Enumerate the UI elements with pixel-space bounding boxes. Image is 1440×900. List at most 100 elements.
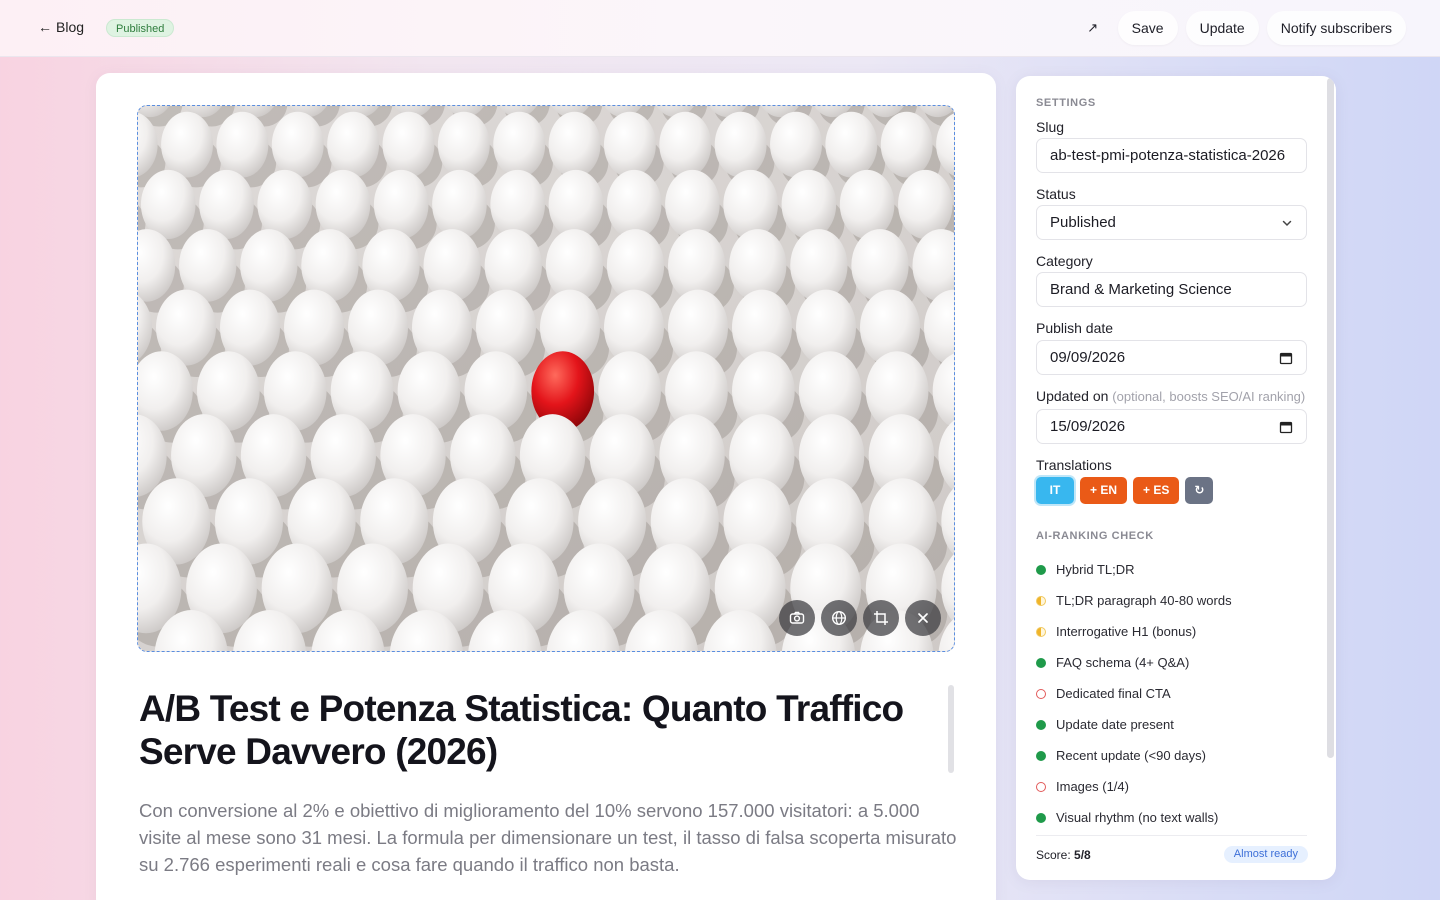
notify-subscribers-button[interactable]: Notify subscribers bbox=[1266, 11, 1406, 45]
top-actions: ↗ Save Update Notify subscribers bbox=[1076, 11, 1406, 45]
check-item: Hybrid TL;DR bbox=[1036, 554, 1316, 585]
translation-add-es-button[interactable]: + ES bbox=[1133, 477, 1180, 504]
ai-ranking-checklist: Hybrid TL;DR TL;DR paragraph 40-80 words I… bbox=[1036, 554, 1316, 833]
check-status-ok-icon bbox=[1036, 750, 1046, 761]
white-egg bbox=[606, 169, 662, 239]
check-label: FAQ schema (4+ Q&A) bbox=[1056, 655, 1190, 670]
white-egg bbox=[839, 169, 895, 239]
close-icon bbox=[918, 613, 928, 623]
status-selected-value: Published bbox=[1050, 214, 1116, 231]
translations-row: IT + EN + ES ↻ bbox=[1036, 477, 1214, 504]
check-label: TL;DR paragraph 40-80 words bbox=[1056, 593, 1232, 608]
refresh-icon: ↻ bbox=[1194, 483, 1205, 497]
white-egg bbox=[216, 111, 269, 178]
white-egg bbox=[714, 111, 767, 178]
check-item: Update date present bbox=[1036, 709, 1316, 740]
crop-button[interactable] bbox=[863, 600, 899, 636]
white-egg bbox=[315, 169, 371, 239]
white-egg bbox=[140, 169, 196, 239]
arrow-left-icon: ← bbox=[38, 19, 52, 35]
check-status-ok-icon bbox=[1036, 564, 1046, 575]
settings-heading: Settings bbox=[1036, 97, 1096, 109]
score-label: Score: bbox=[1036, 848, 1071, 862]
category-input[interactable] bbox=[1050, 273, 1293, 306]
check-label: Interrogative H1 (bonus) bbox=[1056, 624, 1197, 639]
check-status-ok-icon bbox=[1036, 812, 1046, 823]
calendar-icon[interactable] bbox=[1279, 351, 1293, 365]
post-lede[interactable]: Con conversione al 2% e obiettivo di mig… bbox=[139, 797, 959, 878]
camera-icon bbox=[789, 611, 805, 624]
white-egg bbox=[898, 169, 953, 239]
slug-field[interactable] bbox=[1036, 138, 1307, 173]
remove-image-button[interactable] bbox=[905, 600, 941, 636]
white-egg bbox=[199, 169, 254, 239]
back-to-blog-link[interactable]: ← Blog bbox=[38, 19, 84, 35]
calendar-icon[interactable] bbox=[1279, 420, 1293, 434]
publish-date-field[interactable]: 09/09/2026 bbox=[1036, 340, 1307, 375]
updated-date-value: 15/09/2026 bbox=[1050, 418, 1126, 435]
check-label: Dedicated final CTA bbox=[1056, 686, 1171, 701]
category-label: Category bbox=[1036, 253, 1093, 269]
check-item: Images (1/4) bbox=[1036, 771, 1316, 802]
camera-button[interactable] bbox=[779, 600, 815, 636]
post-editor: A/B Test e Potenza Statistica: Quanto Tr… bbox=[96, 73, 996, 900]
status-badge: Published bbox=[106, 19, 175, 37]
white-egg bbox=[493, 111, 546, 178]
white-egg bbox=[373, 169, 429, 239]
check-item: TL;DR paragraph 40-80 words bbox=[1036, 585, 1316, 616]
publish-date-value: 09/09/2026 bbox=[1050, 349, 1126, 366]
white-egg bbox=[723, 169, 778, 239]
check-label: Update date present bbox=[1056, 717, 1174, 732]
white-egg bbox=[548, 111, 601, 178]
check-status-ok-icon bbox=[1036, 719, 1046, 730]
hero-image[interactable] bbox=[137, 105, 955, 652]
publish-date-label: Publish date bbox=[1036, 320, 1114, 336]
slug-input[interactable] bbox=[1050, 139, 1293, 172]
open-external-button[interactable]: ↗ bbox=[1076, 11, 1110, 45]
score: Score: 5/8 bbox=[1036, 848, 1091, 862]
update-button[interactable]: Update bbox=[1185, 11, 1259, 45]
slug-label: Slug bbox=[1036, 119, 1065, 135]
globe-icon bbox=[831, 610, 847, 626]
check-label: Hybrid TL;DR bbox=[1056, 562, 1135, 577]
white-egg bbox=[851, 229, 909, 302]
globe-button[interactable] bbox=[821, 600, 857, 636]
white-egg bbox=[490, 169, 545, 239]
check-label: Recent update (<90 days) bbox=[1056, 748, 1206, 763]
white-egg bbox=[327, 111, 380, 178]
white-egg bbox=[161, 111, 213, 178]
white-egg bbox=[603, 111, 656, 178]
white-egg bbox=[257, 169, 313, 239]
post-title[interactable]: A/B Test e Potenza Statistica: Quanto Tr… bbox=[139, 687, 929, 773]
check-item: Visual rhythm (no text walls) bbox=[1036, 802, 1316, 833]
updated-date-field[interactable]: 15/09/2026 bbox=[1036, 409, 1307, 444]
back-link-label: Blog bbox=[56, 19, 85, 35]
status-select[interactable]: Published bbox=[1036, 205, 1307, 240]
check-status-warn-icon bbox=[1036, 595, 1046, 606]
translations-label: Translations bbox=[1036, 457, 1112, 473]
white-egg bbox=[665, 169, 720, 239]
white-egg bbox=[548, 169, 604, 239]
save-button[interactable]: Save bbox=[1117, 11, 1178, 45]
translation-add-en-button[interactable]: + EN bbox=[1080, 477, 1128, 504]
check-label: Images (1/4) bbox=[1056, 779, 1129, 794]
settings-panel: Settings Slug Status Published Category … bbox=[1016, 76, 1336, 880]
check-status-ok-icon bbox=[1036, 657, 1046, 668]
white-egg bbox=[437, 111, 490, 178]
white-egg bbox=[659, 111, 712, 178]
check-label: Visual rhythm (no text walls) bbox=[1056, 810, 1219, 825]
white-egg bbox=[432, 169, 487, 239]
updated-on-label: Updated on (optional, boosts SEO/AI rank… bbox=[1036, 388, 1305, 404]
settings-scrollbar[interactable] bbox=[1327, 78, 1334, 758]
check-status-bad-icon bbox=[1036, 781, 1046, 792]
egg-tray-photo bbox=[138, 106, 954, 651]
category-field[interactable] bbox=[1036, 272, 1307, 307]
arrow-up-right-icon: ↗ bbox=[1087, 20, 1099, 35]
top-bar: ← Blog Published ↗ Save Update Notify su… bbox=[0, 0, 1440, 57]
refresh-translations-button[interactable]: ↻ bbox=[1185, 477, 1214, 504]
check-status-bad-icon bbox=[1036, 688, 1046, 699]
title-scrollbar[interactable] bbox=[948, 685, 954, 773]
white-egg bbox=[423, 229, 481, 302]
translation-it-button[interactable]: IT bbox=[1036, 477, 1074, 504]
status-label: Status bbox=[1036, 186, 1076, 202]
